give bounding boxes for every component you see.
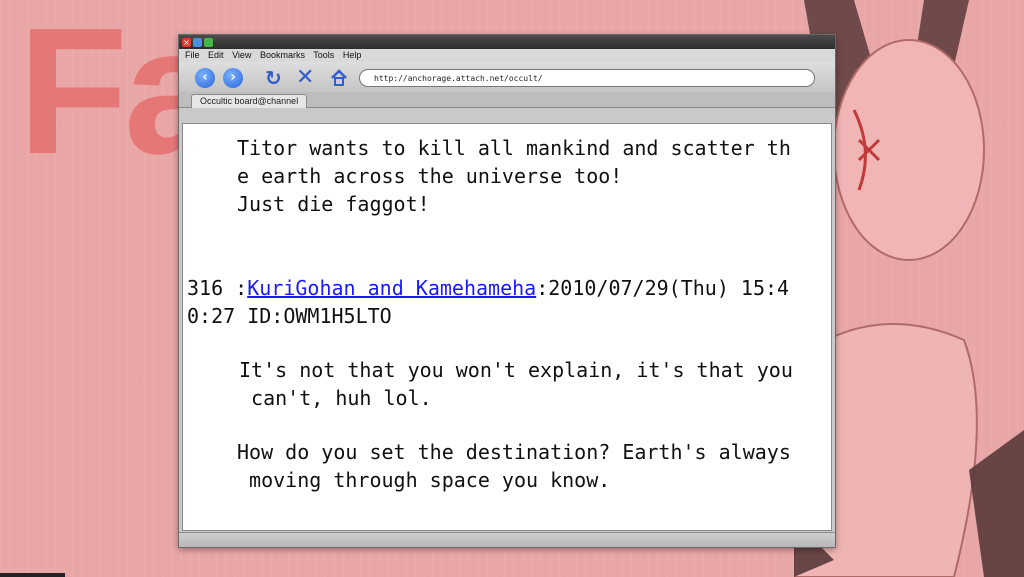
menu-view[interactable]: View xyxy=(232,50,251,60)
tab-occult-board[interactable]: Occultic board@channel xyxy=(191,94,308,108)
post-number: 316 : xyxy=(187,276,248,300)
minimize-icon[interactable] xyxy=(193,38,202,47)
maximize-icon[interactable] xyxy=(204,38,213,47)
page-content: Titor wants to kill all mankind and scat… xyxy=(182,123,832,531)
text-line: Just die faggot! xyxy=(237,192,430,216)
stop-icon[interactable]: ✕ xyxy=(296,67,314,89)
tab-bar: Occultic board@channel xyxy=(179,92,835,108)
forward-icon[interactable]: › xyxy=(223,68,243,88)
text-line: Titor wants to kill all mankind and scat… xyxy=(237,136,791,160)
title-bar: × xyxy=(179,35,835,49)
post-body-paragraph-2: How do you set the destination? Earth's … xyxy=(237,438,791,494)
text-line: e earth across the universe too! xyxy=(237,164,623,188)
menu-help[interactable]: Help xyxy=(343,50,362,60)
menu-bar: File Edit View Bookmarks Tools Help xyxy=(179,49,835,62)
back-icon[interactable]: ‹ xyxy=(195,68,215,88)
post-header: 316 :KuriGohan and Kamehameha:2010/07/29… xyxy=(187,274,789,302)
bottom-edge-marker xyxy=(0,573,65,577)
poster-name-link[interactable]: KuriGohan and Kamehameha xyxy=(247,276,536,300)
text-line: can't, huh lol. xyxy=(239,386,432,410)
text-line: It's not that you won't explain, it's th… xyxy=(239,358,793,382)
close-icon[interactable]: × xyxy=(182,38,191,47)
text-line: How do you set the destination? Earth's … xyxy=(237,440,791,464)
menu-edit[interactable]: Edit xyxy=(208,50,224,60)
menu-file[interactable]: File xyxy=(185,50,200,60)
post-date: :2010/07/29(Thu) 15:4 xyxy=(536,276,790,300)
post-id: 0:27 ID:OWM1H5LTO xyxy=(187,304,392,328)
previous-post-body: Titor wants to kill all mankind and scat… xyxy=(237,134,791,218)
menu-tools[interactable]: Tools xyxy=(313,50,334,60)
post-body-paragraph-1: It's not that you won't explain, it's th… xyxy=(239,356,793,412)
url-input[interactable]: http://anchorage.attach.net/occult/ xyxy=(359,69,815,87)
status-bar xyxy=(179,532,835,547)
browser-window: × File Edit View Bookmarks Tools Help ‹ … xyxy=(178,34,836,548)
menu-bookmarks[interactable]: Bookmarks xyxy=(260,50,305,60)
reload-icon[interactable]: ↻ xyxy=(265,67,282,89)
home-icon[interactable] xyxy=(330,69,348,87)
text-line: moving through space you know. xyxy=(237,468,611,492)
navigation-toolbar: ‹ › ↻ ✕ http://anchorage.attach.net/occu… xyxy=(179,62,835,92)
